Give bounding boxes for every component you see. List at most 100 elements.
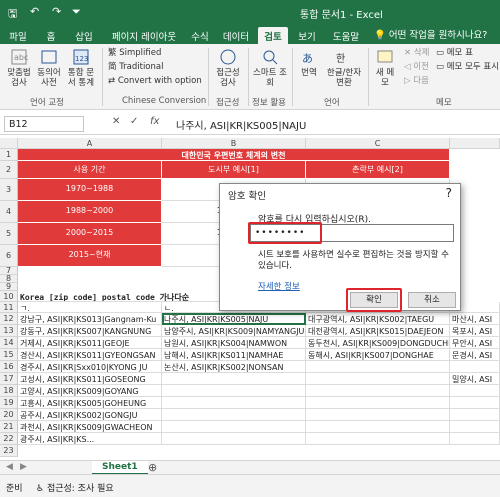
- table-cell: 논산시, ASI|KR|KS002|NONSAN: [162, 361, 306, 373]
- row-header[interactable]: 10: [0, 291, 18, 302]
- row-header[interactable]: 17: [0, 373, 18, 385]
- table-cell: [306, 397, 450, 409]
- group-lang-label: 언어: [324, 98, 340, 108]
- show-memo-button[interactable]: ▭ 메모 표: [436, 48, 473, 58]
- cancel-button[interactable]: 취소: [408, 292, 456, 308]
- status-ready: 준비: [6, 484, 23, 494]
- accessibility-check-button[interactable]: 접근성 검사: [212, 48, 244, 88]
- help-icon[interactable]: ?: [446, 186, 452, 200]
- period-cell: 1988~2000: [18, 201, 162, 223]
- table-cell: [306, 385, 450, 397]
- next-memo-button[interactable]: ▷ 다음: [404, 76, 429, 86]
- save-icon[interactable]: 🖫: [8, 5, 17, 24]
- sheet-tab-sheet1[interactable]: Sheet1: [92, 461, 148, 475]
- prev-memo-button[interactable]: ◁ 이전: [404, 62, 429, 72]
- column-header-d[interactable]: [450, 138, 500, 149]
- row-header[interactable]: 3: [0, 179, 18, 201]
- row-header[interactable]: 12: [0, 313, 18, 325]
- row-header[interactable]: 6: [0, 245, 18, 267]
- customize-icon[interactable]: ⏷: [72, 5, 81, 19]
- table-cell: [450, 397, 500, 409]
- row-header[interactable]: 21: [0, 421, 18, 433]
- table-cell: [450, 421, 500, 433]
- svg-text:abc: abc: [14, 53, 28, 62]
- name-box[interactable]: B12: [4, 116, 84, 132]
- row-header[interactable]: 14: [0, 337, 18, 349]
- scroll-right-icon[interactable]: ▶: [20, 462, 27, 472]
- translate-button[interactable]: あ 번역: [296, 48, 322, 78]
- tab-formulas[interactable]: 수식: [186, 27, 214, 44]
- tab-page-layout[interactable]: 페이지 레이아웃: [104, 27, 184, 44]
- delete-memo-button[interactable]: ✕ 삭제: [404, 48, 429, 58]
- tab-file[interactable]: 파일: [4, 27, 32, 44]
- row-header[interactable]: 9: [0, 283, 18, 291]
- tab-review[interactable]: 검토: [258, 27, 288, 44]
- group-proofing-label: 언어 교정: [30, 98, 64, 108]
- tell-me-search[interactable]: 💡 어떤 작업을 원하시나요?: [374, 27, 487, 41]
- ribbon: abc 맞춤법 검사 동의어 사전 123 통합 문서 통계 언어 교정 繁 Sim…: [0, 44, 500, 110]
- confirm-password-dialog: 암호 확인 ? 암호를 다시 입력하십시오(R). •••••••• 시트 보호…: [219, 183, 461, 312]
- separator: [292, 48, 293, 106]
- column-header-c[interactable]: C: [306, 138, 450, 149]
- enter-icon[interactable]: ✓: [130, 116, 138, 127]
- row-header[interactable]: 15: [0, 349, 18, 361]
- redo-icon[interactable]: ↷: [52, 5, 61, 18]
- simplified-button[interactable]: 繁 Simplified: [108, 48, 161, 58]
- table-cell: 고흥시, ASI|KR|KS005|GOHEUNG: [18, 397, 162, 409]
- row-header[interactable]: 13: [0, 325, 18, 337]
- tab-help[interactable]: 도움말: [326, 27, 366, 44]
- table-cell: [306, 409, 450, 421]
- dialog-title: 암호 확인: [228, 191, 266, 202]
- workbook-stats-button[interactable]: 123 통합 문서 통계: [66, 48, 96, 88]
- function-icon[interactable]: fx: [150, 116, 159, 127]
- accessibility-status[interactable]: ♿ 접근성: 조사 필요: [36, 481, 114, 494]
- group-memo-label: 메모: [436, 98, 452, 108]
- table-cell: [306, 433, 450, 445]
- add-sheet-icon[interactable]: ⊕: [148, 461, 157, 474]
- sheet-tab-bar: ◀ ▶ Sheet1 ⊕: [0, 460, 500, 475]
- row-header[interactable]: 16: [0, 361, 18, 373]
- table-cell: [162, 397, 306, 409]
- undo-icon[interactable]: ↶: [30, 5, 39, 18]
- row-header[interactable]: 23: [0, 445, 18, 457]
- tab-home[interactable]: 홈: [40, 27, 62, 44]
- scroll-left-icon[interactable]: ◀: [6, 462, 13, 472]
- show-all-memos-button[interactable]: ▭ 메모 모두 표시: [436, 62, 499, 72]
- table-cell: 대전광역시, ASI|KR|KS015|DAEJEON: [306, 325, 450, 337]
- table-cell: 강남구, ASI|KR|KS013|Gangnam-Ku: [18, 313, 162, 325]
- window-title: 통합 문서1 - Excel: [300, 10, 383, 21]
- formula-input[interactable]: 나주시, ASI|KR|KS005|NAJU: [176, 117, 306, 132]
- tab-insert[interactable]: 삽입: [70, 27, 98, 44]
- table-cell: [162, 433, 306, 445]
- spell-check-button[interactable]: abc 맞춤법 검사: [4, 48, 34, 88]
- separator: [248, 48, 249, 106]
- ribbon-tabs: 파일 홈 삽입 페이지 레이아웃 수식 데이터 검토 보기 도움말 💡 어떤 작…: [0, 24, 500, 44]
- select-all-corner[interactable]: [0, 138, 18, 149]
- tab-data[interactable]: 데이터: [218, 27, 254, 44]
- tab-view[interactable]: 보기: [294, 27, 320, 44]
- row-header[interactable]: 2: [0, 161, 18, 179]
- column-header-b[interactable]: B: [162, 138, 306, 149]
- formula-bar: B12 ✕ ✓ fx 나주시, ASI|KR|KS005|NAJU: [0, 113, 500, 135]
- row-header[interactable]: 1: [0, 149, 18, 161]
- more-info-link[interactable]: 자세한 정보: [258, 280, 300, 292]
- row-header[interactable]: 18: [0, 385, 18, 397]
- table-title: 대한민국 우편번호 체계의 변천: [18, 149, 450, 161]
- cancel-icon[interactable]: ✕: [112, 116, 120, 127]
- table-cell: 남해시, ASI|KR|KS011|NAMHAE: [162, 349, 306, 361]
- row-header[interactable]: 20: [0, 409, 18, 421]
- row-header[interactable]: 11: [0, 302, 18, 313]
- convert-option-button[interactable]: ⇄ Convert with option: [108, 76, 202, 86]
- row-header[interactable]: 22: [0, 433, 18, 445]
- row-header[interactable]: 19: [0, 397, 18, 409]
- row-header[interactable]: 4: [0, 201, 18, 223]
- smart-lookup-button[interactable]: 스마트 조회: [252, 48, 288, 88]
- table-cell: [306, 421, 450, 433]
- new-memo-button[interactable]: 새 메모: [372, 48, 398, 88]
- period-cell: 2000~2015: [18, 223, 162, 245]
- row-header[interactable]: 5: [0, 223, 18, 245]
- traditional-button[interactable]: 简 Traditional: [108, 62, 163, 72]
- column-header-a[interactable]: A: [18, 138, 162, 149]
- hangul-hanja-button[interactable]: 한 한글/한자 변환: [324, 48, 364, 88]
- thesaurus-button[interactable]: 동의어 사전: [34, 48, 64, 88]
